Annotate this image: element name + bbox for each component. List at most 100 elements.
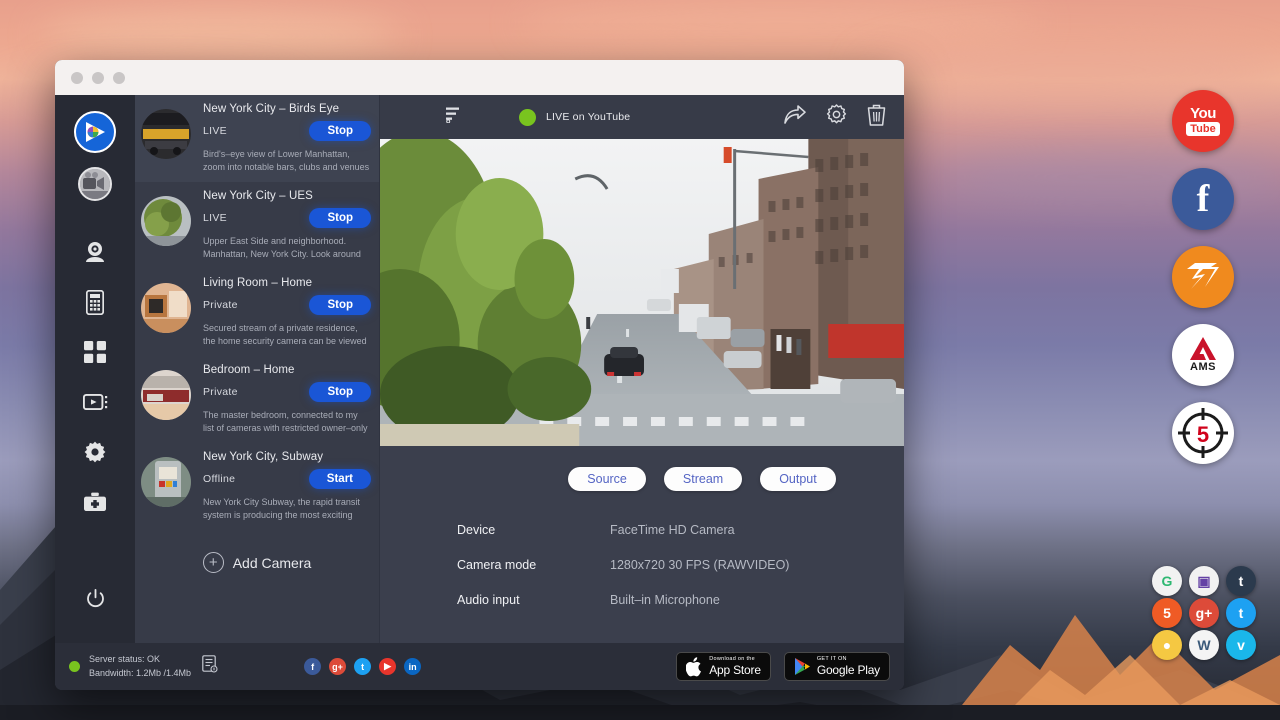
sidebar-item-settings[interactable]	[72, 427, 118, 477]
delete-button[interactable]	[867, 104, 886, 131]
window-close-button[interactable]	[71, 72, 83, 84]
google-plus-glyph: g+	[1196, 605, 1213, 621]
status-indicator-dot	[69, 661, 80, 672]
app-logo-icon[interactable]	[74, 111, 116, 153]
app-store-badge[interactable]: Download on the App Store	[676, 652, 771, 681]
google-play-text: GET IT ON Google Play	[817, 657, 880, 677]
camera-action-button[interactable]: Start	[309, 469, 371, 489]
main-toolbar: LIVE on YouTube	[380, 95, 904, 139]
sidebar-item-webcam[interactable]	[72, 227, 118, 277]
tab-stream[interactable]: Stream	[664, 467, 742, 491]
sidebar-item-support[interactable]	[72, 477, 118, 527]
camera-action-button[interactable]: Stop	[309, 382, 371, 402]
facebook-glyph: f	[311, 662, 314, 672]
desktop-icon-grabyo[interactable]: G	[1152, 566, 1182, 596]
sidebar-item-mobile[interactable]	[72, 277, 118, 327]
desktop-icon-youtube[interactable]: You Tube	[1172, 90, 1234, 152]
camera-thumbnail	[141, 109, 191, 159]
sunrise-glyph: ●	[1163, 637, 1171, 653]
desktop-icon-wordpress[interactable]: W	[1189, 630, 1219, 660]
desktop-icon-facebook[interactable]: f	[1172, 168, 1234, 230]
live-indicator-dot	[519, 109, 536, 126]
apple-icon	[686, 657, 703, 677]
desktop-icon-adobe-ams[interactable]: AMS	[1172, 324, 1234, 386]
desktop-icon-wowza[interactable]	[1172, 246, 1234, 308]
footer-icon-twitter[interactable]: t	[354, 658, 371, 675]
grid-icon	[84, 341, 106, 363]
camera-status-row: LIVE Stop	[203, 121, 371, 141]
user-avatar[interactable]	[78, 167, 112, 201]
footer-icon-google-plus[interactable]: g+	[329, 658, 346, 675]
detail-value[interactable]: Built–in Microphone	[610, 593, 720, 607]
camera-status-row: LIVE Stop	[203, 208, 371, 228]
camera-status: Private	[203, 386, 238, 398]
live-status: LIVE on YouTube	[519, 109, 630, 126]
grabyo-glyph: G	[1162, 573, 1173, 589]
power-icon	[86, 589, 105, 608]
desktop-icon-sunrise[interactable]: ●	[1152, 630, 1182, 660]
sort-icon[interactable]	[446, 106, 461, 128]
camera-list-item[interactable]: New York City, Subway Offline Start New …	[135, 443, 379, 530]
footer-social-links: f g+ t ▶ in	[304, 658, 421, 675]
desktop-icon-twitter[interactable]: t	[1226, 598, 1256, 628]
tab-output[interactable]: Output	[760, 467, 836, 491]
cloud-2	[520, 0, 1040, 46]
camera-action-button[interactable]: Stop	[309, 121, 371, 141]
camera-title: New York City – Birds Eye	[203, 103, 371, 115]
sidebar-item-tv[interactable]	[72, 377, 118, 427]
window-minimize-button[interactable]	[92, 72, 104, 84]
google-play-badge[interactable]: GET IT ON Google Play	[784, 652, 890, 681]
status-text: Server status: OK Bandwidth: 1.2Mb /1.4M…	[89, 653, 191, 679]
camera-action-button[interactable]: Stop	[309, 208, 371, 228]
detail-label: Device	[457, 523, 610, 537]
detail-value[interactable]: FaceTime HD Camera	[610, 523, 735, 537]
app-store-text: Download on the App Store	[709, 657, 761, 677]
camera-list-item[interactable]: New York City – UES LIVE Stop Upper East…	[135, 182, 379, 269]
detail-row-camera-mode: Camera mode 1280x720 30 FPS (RAWVIDEO)	[457, 558, 904, 572]
sidebar-item-grid[interactable]	[72, 327, 118, 377]
target-five-icon: 5	[1176, 406, 1230, 460]
server-status-text: Server status: OK	[89, 653, 191, 666]
camera-description: Bird's–eye view of Lower Manhattan, zoom…	[203, 148, 371, 174]
desktop-icon-five[interactable]: 5	[1152, 598, 1182, 628]
toolbar-actions	[784, 104, 886, 131]
camera-list-item[interactable]: Bedroom – Home Private Stop The master b…	[135, 356, 379, 443]
camera-thumbnail	[141, 283, 191, 333]
camera-list-item[interactable]: New York City – Birds Eye LIVE Stop Bird…	[135, 95, 379, 182]
google-plus-glyph: g+	[332, 662, 343, 672]
footer-icon-linkedin[interactable]: in	[404, 658, 421, 675]
add-camera-label: Add Camera	[233, 555, 312, 571]
live-status-label: LIVE on YouTube	[546, 111, 630, 123]
lightning-w-icon	[1183, 257, 1223, 297]
desktop-icon-five-target[interactable]: 5	[1172, 402, 1234, 464]
camera-list-item[interactable]: Living Room – Home Private Stop Secured …	[135, 269, 379, 356]
window-maximize-button[interactable]	[113, 72, 125, 84]
camera-list[interactable]: New York City – Birds Eye LIVE Stop Bird…	[135, 95, 379, 643]
tv-icon	[83, 392, 108, 412]
share-button[interactable]	[784, 105, 806, 130]
footer-icon-facebook[interactable]: f	[304, 658, 321, 675]
detail-value[interactable]: 1280x720 30 FPS (RAWVIDEO)	[610, 558, 789, 572]
camera-status-row: Private Stop	[203, 295, 371, 315]
window-titlebar[interactable]	[55, 60, 904, 95]
sidebar-item-power[interactable]	[72, 573, 118, 623]
footer-icon-youtube[interactable]: ▶	[379, 658, 396, 675]
camera-info: New York City – UES LIVE Stop Upper East…	[203, 190, 371, 261]
tab-source[interactable]: Source	[568, 467, 646, 491]
detail-row-device: Device FaceTime HD Camera	[457, 523, 904, 537]
camera-action-button[interactable]: Stop	[309, 295, 371, 315]
add-camera-button[interactable]: + Add Camera	[135, 530, 379, 573]
desktop-icon-column: You Tube f AMS 5	[1172, 90, 1234, 464]
document-log-icon[interactable]	[202, 655, 218, 678]
desktop-icon-tumblr[interactable]: t	[1226, 566, 1256, 596]
camera-title: New York City – UES	[203, 190, 371, 202]
google-play-big-label: Google Play	[817, 664, 880, 676]
wordpress-glyph: W	[1197, 637, 1210, 653]
five-glyph: 5	[1163, 605, 1171, 621]
desktop-icon-twitch[interactable]: ▣	[1189, 566, 1219, 596]
desktop-icon-vimeo[interactable]: v	[1226, 630, 1256, 660]
settings-button[interactable]	[826, 104, 847, 130]
camera-description: New York City Subway, the rapid transit …	[203, 496, 371, 522]
video-preview[interactable]	[380, 139, 904, 446]
desktop-icon-google-plus[interactable]: g+	[1189, 598, 1219, 628]
